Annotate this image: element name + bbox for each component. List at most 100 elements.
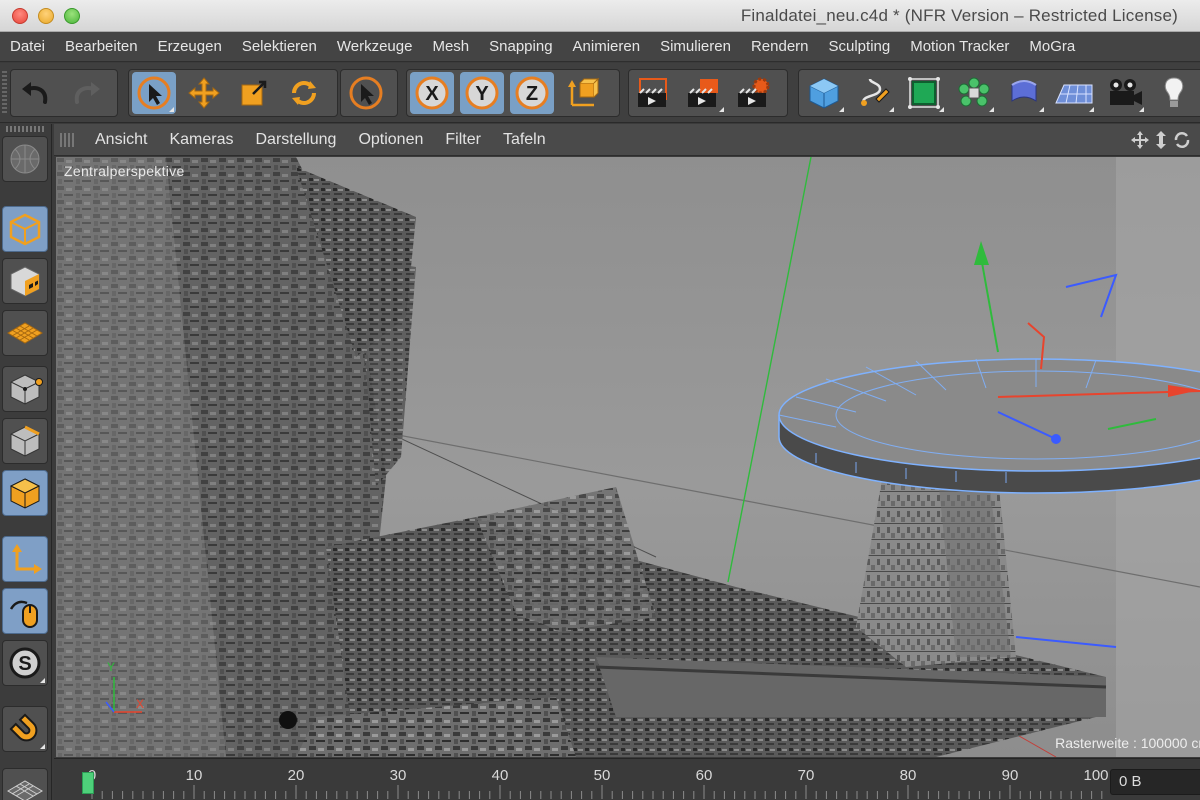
axis-lock-group: X Y Z <box>406 69 620 117</box>
render-settings-gear-icon <box>738 77 770 107</box>
zoom-view-icon[interactable] <box>1154 130 1168 150</box>
submenu-indicator-icon <box>889 107 894 112</box>
zoom-window-button[interactable] <box>64 8 80 24</box>
edges-mode-button[interactable] <box>2 418 48 464</box>
model-cube-icon <box>9 213 41 246</box>
submenu-indicator-icon <box>989 107 994 112</box>
subdivision-cube-icon <box>908 77 940 109</box>
timeline-ruler[interactable]: 0 10 20 30 40 50 60 70 80 90 100 <box>66 765 1110 799</box>
transform-tools-group <box>128 69 338 117</box>
recent-selection-tool-button[interactable] <box>344 72 388 114</box>
y-axis-lock-button[interactable]: Y <box>460 72 504 114</box>
render-view-button[interactable] <box>632 72 676 114</box>
viewport-menu-ansicht[interactable]: Ansicht <box>84 124 158 156</box>
viewport-menu-bar: Ansicht Kameras Darstellung Optionen Fil… <box>54 124 1200 156</box>
x-axis-lock-button[interactable]: X <box>410 72 454 114</box>
menu-snapping[interactable]: Snapping <box>479 32 562 61</box>
mode-palette: S <box>0 124 52 800</box>
redo-arrow-icon <box>74 82 100 104</box>
recent-tool-group <box>340 69 398 117</box>
menu-sculpting[interactable]: Sculpting <box>819 32 901 61</box>
polygons-mode-button[interactable] <box>2 470 48 516</box>
redo-button[interactable] <box>64 72 108 114</box>
world-coordinates-icon <box>568 77 600 107</box>
points-mode-button[interactable] <box>2 366 48 412</box>
close-window-button[interactable] <box>12 8 28 24</box>
snapping-button[interactable] <box>2 706 48 752</box>
cube-object-button[interactable] <box>802 72 846 114</box>
selection-arrow-icon <box>137 76 171 110</box>
object-creation-group <box>798 69 1200 117</box>
submenu-indicator-icon <box>1139 107 1144 112</box>
render-settings-button[interactable] <box>732 72 776 114</box>
rotate-view-icon[interactable] <box>1172 130 1192 150</box>
undo-button[interactable] <box>14 72 58 114</box>
toolbar-grip[interactable] <box>2 71 7 113</box>
camera-mode-label: Zentralperspektive <box>64 163 185 179</box>
make-editable-sphere-icon <box>10 144 40 174</box>
solo-s-icon: S <box>9 647 41 679</box>
magnet-icon <box>9 713 38 742</box>
subdivision-surface-button[interactable] <box>902 72 946 114</box>
grid-spacing-label: Rasterweite : 100000 cm <box>1055 735 1200 751</box>
submenu-indicator-icon <box>1089 107 1094 112</box>
timeline-playhead[interactable] <box>82 772 94 794</box>
deformer-bend-button[interactable] <box>1002 72 1046 114</box>
render-picture-viewer-button[interactable] <box>682 72 726 114</box>
texture-mode-button[interactable] <box>2 258 48 304</box>
viewport-grip[interactable] <box>60 132 76 147</box>
3d-viewport[interactable]: Zentralperspektive Y X Rasterweite : 100… <box>56 157 1200 757</box>
tick-label: 70 <box>797 767 815 784</box>
floor-grid-icon <box>1055 84 1093 104</box>
light-object-button[interactable] <box>1152 72 1196 114</box>
menu-werkzeuge[interactable]: Werkzeuge <box>327 32 423 61</box>
viewport-menu-kameras[interactable]: Kameras <box>158 124 244 156</box>
solo-mode-button[interactable]: S <box>2 640 48 686</box>
palette-grip[interactable] <box>6 126 44 132</box>
make-editable-button[interactable] <box>2 136 48 182</box>
selection-arrow-icon <box>349 76 383 110</box>
menu-animieren[interactable]: Animieren <box>563 32 651 61</box>
minimize-window-button[interactable] <box>38 8 54 24</box>
polygons-cube-icon <box>9 478 41 509</box>
menu-rendern[interactable]: Rendern <box>741 32 819 61</box>
camera-object-button[interactable] <box>1102 72 1146 114</box>
rotate-arrows-icon <box>292 81 316 105</box>
z-axis-lock-button[interactable]: Z <box>510 72 554 114</box>
rotate-tool-button[interactable] <box>282 72 326 114</box>
window-title: Finaldatei_neu.c4d * (NFR Version – Rest… <box>740 6 1178 25</box>
menu-simulieren[interactable]: Simulieren <box>650 32 741 61</box>
workplane-mode-button[interactable] <box>2 310 48 356</box>
floor-environment-button[interactable] <box>1052 72 1096 114</box>
svg-text:Y: Y <box>475 83 489 105</box>
spline-pen-icon <box>861 78 890 106</box>
tweak-mode-button[interactable] <box>2 588 48 634</box>
viewport-menu-optionen[interactable]: Optionen <box>347 124 434 156</box>
coordinate-system-button[interactable] <box>560 72 604 114</box>
menu-bearbeiten[interactable]: Bearbeiten <box>55 32 148 61</box>
current-frame-field[interactable]: 0 B <box>1110 769 1200 795</box>
menu-mesh[interactable]: Mesh <box>422 32 479 61</box>
menu-mograph[interactable]: MoGra <box>1019 32 1085 61</box>
menu-datei[interactable]: Datei <box>0 32 55 61</box>
viewport-menu-darstellung[interactable]: Darstellung <box>245 124 348 156</box>
tick-label: 90 <box>1001 767 1019 784</box>
scene-render <box>56 157 1200 757</box>
spline-pen-button[interactable] <box>852 72 896 114</box>
viewport-menu-filter[interactable]: Filter <box>434 124 492 156</box>
menu-motion-tracker[interactable]: Motion Tracker <box>900 32 1019 61</box>
cube-icon <box>809 78 839 109</box>
menu-selektieren[interactable]: Selektieren <box>232 32 327 61</box>
clapperboard-icon <box>688 79 718 107</box>
axis-modify-button[interactable] <box>2 536 48 582</box>
cloner-array-button[interactable] <box>952 72 996 114</box>
pan-view-icon[interactable] <box>1130 130 1150 150</box>
scale-tool-button[interactable] <box>232 72 276 114</box>
viewport-menu-tafeln[interactable]: Tafeln <box>492 124 557 156</box>
model-mode-button[interactable] <box>2 206 48 252</box>
workplane-lock-button[interactable] <box>2 768 48 800</box>
timeline-ticks <box>91 785 1103 799</box>
move-tool-button[interactable] <box>182 72 226 114</box>
menu-erzeugen[interactable]: Erzeugen <box>148 32 232 61</box>
live-selection-tool-button[interactable] <box>132 72 176 114</box>
